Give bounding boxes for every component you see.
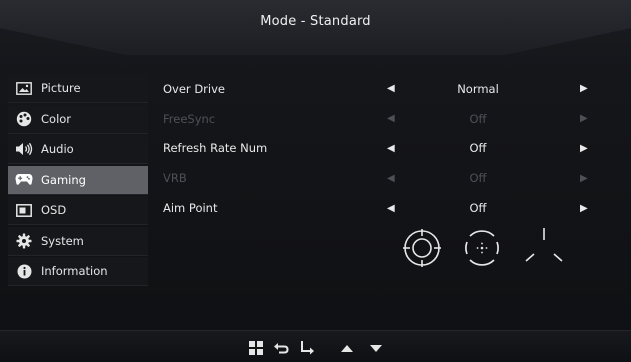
setting-label: Over Drive	[163, 81, 225, 96]
menu-grid-icon[interactable]	[248, 340, 264, 356]
sidebar-item-audio[interactable]: Audio	[8, 135, 148, 164]
sidebar-item-label: Color	[41, 111, 72, 126]
up-arrow-icon[interactable]	[339, 340, 355, 356]
arrow-left-icon: ◀	[387, 113, 395, 125]
info-icon	[15, 263, 33, 279]
setting-label: Refresh Rate Num	[163, 141, 268, 156]
setting-value: Off	[469, 111, 487, 126]
arrow-left-icon[interactable]: ◀	[387, 143, 395, 154]
setting-value: Off	[469, 201, 487, 216]
sidebar-item-label: Picture	[41, 81, 81, 95]
setting-row-vrb: VRB ◀ Off ▶	[160, 163, 620, 193]
crosshair-ring-icon[interactable]	[402, 228, 442, 268]
osd-icon	[15, 202, 33, 218]
speaker-icon	[15, 141, 33, 157]
gaming-settings: Over Drive ◀ Normal ▶ FreeSync ◀ Off ▶ R…	[160, 74, 620, 223]
arrow-left-icon[interactable]: ◀	[387, 203, 395, 214]
sidebar-item-label: Audio	[41, 142, 74, 156]
sidebar-item-color[interactable]: Color	[8, 104, 148, 134]
arrow-left-icon[interactable]: ◀	[387, 83, 395, 94]
setting-value: Off	[469, 141, 487, 156]
osd-menu: Mode - Standard Picture Color Audio Gami…	[0, 0, 631, 362]
setting-row-aim-point[interactable]: Aim Point ◀ Off ▶	[160, 193, 620, 223]
down-arrow-icon[interactable]	[368, 340, 384, 356]
arrow-right-icon[interactable]: ▶	[580, 83, 588, 94]
sidebar-item-information[interactable]: Information	[8, 257, 148, 286]
sidebar-item-label: Gaming	[41, 172, 86, 187]
sidebar-item-osd[interactable]: OSD	[8, 196, 148, 225]
sidebar-item-label: System	[41, 233, 84, 248]
palette-icon	[15, 111, 33, 127]
arrow-right-icon[interactable]: ▶	[580, 143, 588, 154]
setting-row-over-drive[interactable]: Over Drive ◀ Normal ▶	[160, 74, 620, 104]
sidebar-item-picture[interactable]: Picture	[8, 74, 148, 103]
crosshair-tri-icon[interactable]	[524, 228, 564, 268]
setting-label: VRB	[163, 171, 187, 186]
setting-row-freesync: FreeSync ◀ Off ▶	[160, 104, 620, 134]
arrow-left-icon: ◀	[387, 172, 395, 184]
gamepad-icon	[15, 172, 33, 188]
setting-value: Normal	[457, 81, 499, 96]
aim-point-options	[400, 228, 600, 272]
sidebar-item-label: Information	[41, 264, 108, 278]
crosshair-dot-icon[interactable]	[462, 228, 502, 268]
setting-row-refresh-rate-num[interactable]: Refresh Rate Num ◀ Off ▶	[160, 134, 620, 164]
osd-header: Mode - Standard	[0, 0, 631, 55]
arrow-right-icon: ▶	[580, 113, 588, 125]
sidebar-item-label: OSD	[41, 203, 67, 217]
return-icon[interactable]	[273, 340, 289, 356]
sidebar: Picture Color Audio Gaming OSD System In…	[8, 74, 148, 288]
arrow-right-icon: ▶	[580, 172, 588, 184]
mode-title: Mode - Standard	[260, 14, 371, 29]
gear-icon	[15, 233, 33, 249]
setting-label: FreeSync	[163, 111, 216, 126]
arrow-right-icon[interactable]: ▶	[580, 203, 588, 214]
setting-label: Aim Point	[163, 201, 218, 216]
control-hint-bar	[0, 330, 631, 362]
sidebar-item-gaming[interactable]: Gaming	[8, 165, 148, 195]
enter-icon[interactable]	[299, 340, 315, 356]
setting-value: Off	[469, 171, 487, 186]
sidebar-item-system[interactable]: System	[8, 226, 148, 256]
picture-icon	[15, 80, 33, 96]
